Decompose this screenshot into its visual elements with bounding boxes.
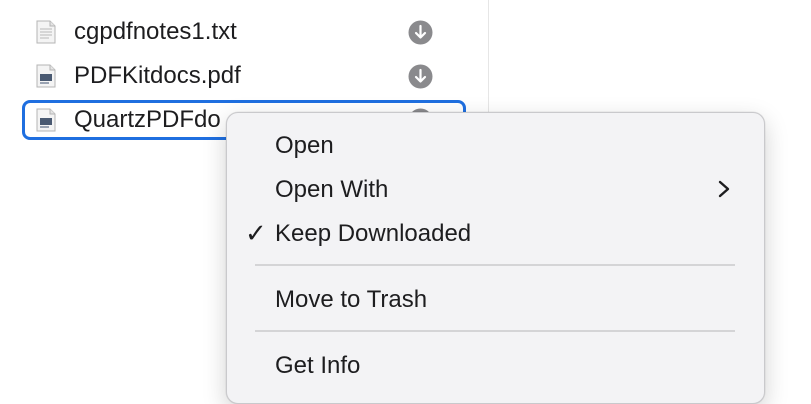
pdf-file-icon — [36, 64, 56, 88]
menu-item-get-info[interactable]: Get Info — [227, 346, 764, 386]
menu-item-move-to-trash[interactable]: Move to Trash — [227, 280, 764, 320]
menu-item-label: Move to Trash — [275, 286, 428, 313]
checkmark-icon: ✓ — [245, 218, 267, 248]
chevron-right-icon — [718, 180, 730, 198]
download-icon[interactable] — [408, 20, 433, 45]
file-name: cgpdfnotes1.txt — [74, 18, 237, 45]
menu-item-open-with[interactable]: Open With — [227, 170, 764, 210]
menu-item-open[interactable]: Open — [227, 126, 764, 166]
menu-item-label: Get Info — [275, 352, 361, 379]
menu-item-label: Keep Downloaded — [275, 220, 472, 247]
menu-separator — [255, 264, 735, 266]
context-menu: Open Open With ✓ Keep Downloaded Move to… — [226, 112, 765, 404]
file-name: PDFKitdocs.pdf — [74, 62, 241, 89]
text-file-icon — [36, 20, 56, 44]
menu-item-label: Open With — [275, 176, 389, 203]
download-icon[interactable] — [408, 64, 433, 89]
menu-separator — [255, 330, 735, 332]
menu-item-label: Open — [275, 132, 334, 159]
menu-item-keep-downloaded[interactable]: ✓ Keep Downloaded — [227, 214, 764, 254]
pdf-file-icon — [36, 108, 56, 132]
file-row-cgpdfnotes1[interactable]: cgpdfnotes1.txt — [22, 12, 466, 52]
file-name: QuartzPDFdo — [74, 106, 221, 133]
file-row-pdfkitdocs[interactable]: PDFKitdocs.pdf — [22, 56, 466, 96]
